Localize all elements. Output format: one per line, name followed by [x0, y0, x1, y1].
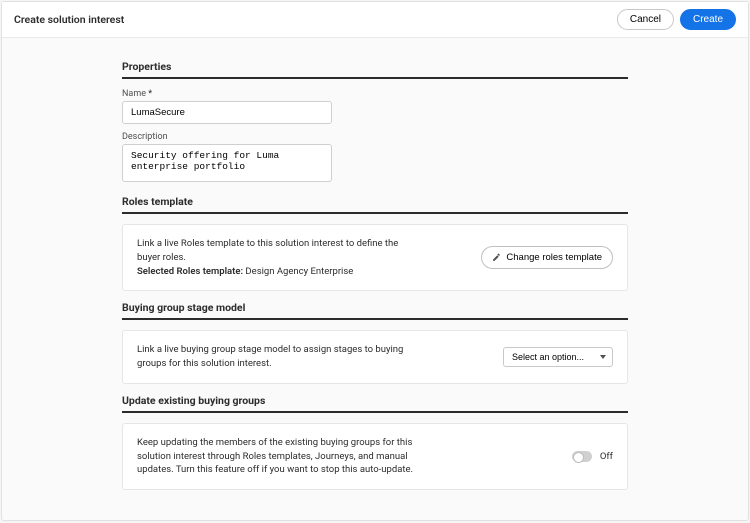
description-label: Description — [122, 132, 628, 142]
header-actions: Cancel Create — [617, 9, 736, 30]
stage-model-select-wrap: Select an option... — [503, 347, 613, 367]
name-label: Name — [122, 89, 628, 99]
dialog-title: Create solution interest — [14, 13, 124, 26]
properties-heading: Properties — [122, 60, 628, 73]
section-divider — [122, 318, 628, 320]
description-input[interactable] — [122, 144, 332, 182]
change-roles-template-button[interactable]: Change roles template — [481, 246, 613, 269]
section-divider — [122, 212, 628, 214]
description-field: Description — [122, 132, 628, 185]
dialog-header: Create solution interest Cancel Create — [2, 2, 748, 38]
cancel-button[interactable]: Cancel — [617, 9, 674, 30]
stage-model-heading: Buying group stage model — [122, 301, 628, 314]
selected-template-value: Design Agency Enterprise — [245, 266, 353, 277]
create-solution-interest-dialog: Create solution interest Cancel Create P… — [1, 1, 749, 521]
roles-template-heading: Roles template — [122, 195, 628, 208]
update-card: Keep updating the members of the existin… — [122, 423, 628, 490]
section-divider — [122, 77, 628, 79]
section-divider — [122, 411, 628, 413]
auto-update-toggle-block: Off — [572, 451, 613, 462]
name-input[interactable] — [122, 101, 332, 124]
create-button[interactable]: Create — [680, 9, 736, 30]
roles-template-text: Link a live Roles template to this solut… — [137, 237, 417, 278]
update-desc: Keep updating the members of the existin… — [137, 436, 417, 477]
roles-template-card: Link a live Roles template to this solut… — [122, 224, 628, 291]
pencil-icon — [492, 253, 501, 262]
update-heading: Update existing buying groups — [122, 394, 628, 407]
dialog-body: Properties Name Description Roles templa… — [2, 38, 748, 520]
auto-update-toggle-label: Off — [600, 451, 613, 462]
roles-template-desc: Link a live Roles template to this solut… — [137, 238, 398, 263]
stage-model-card: Link a live buying group stage model to … — [122, 330, 628, 384]
stage-model-desc: Link a live buying group stage model to … — [137, 343, 417, 371]
name-field: Name — [122, 89, 628, 124]
selected-template-label: Selected Roles template: — [137, 266, 243, 277]
change-roles-template-label: Change roles template — [506, 252, 602, 263]
auto-update-toggle[interactable] — [572, 451, 592, 462]
stage-model-select[interactable]: Select an option... — [503, 347, 613, 367]
